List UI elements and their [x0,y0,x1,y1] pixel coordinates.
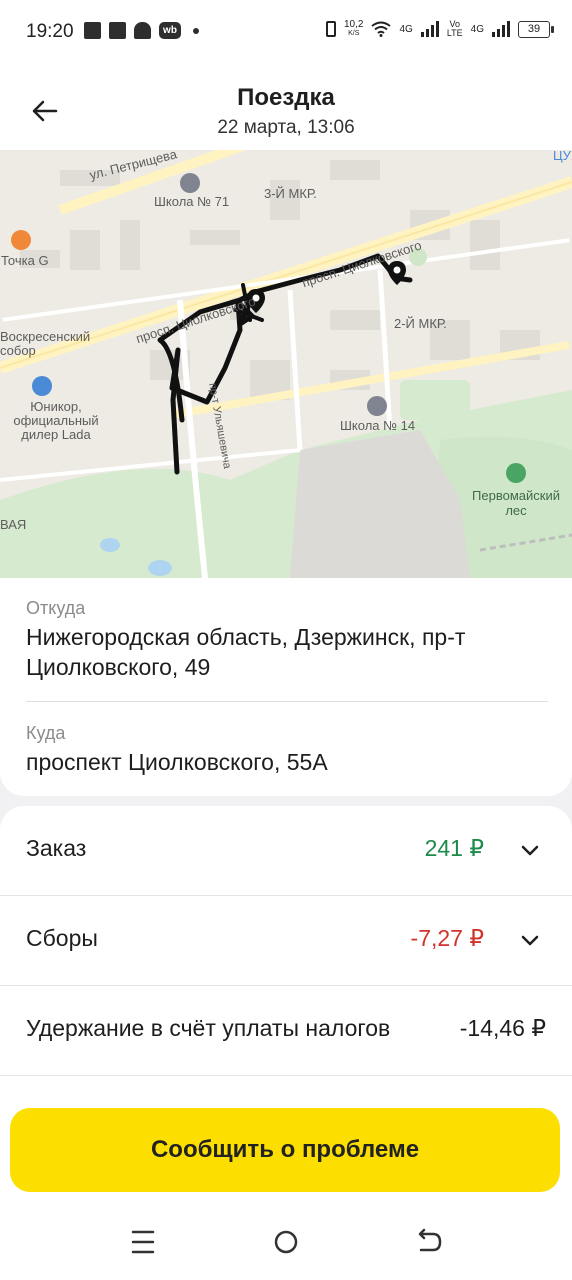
from-label: Откуда [26,598,86,618]
map-label-district-3: 3-Й МКР. [264,186,317,201]
map-label-school-71: Школа № 71 [154,194,230,209]
route-map[interactable]: ул. Петрищева Школа № 71 3-Й МКР. Точка … [0,150,572,578]
volte-label: Vo LTE [447,20,463,38]
map-label-edge-left: ВАЯ [0,517,27,532]
notification-icons: wb [84,22,199,39]
status-bar: 19:20 wb 10,2 K/S 4G Vo LTE 4G 39 [0,0,572,64]
to-label: Куда [26,723,66,743]
bottom-panel: Сообщить о проблеме [0,1096,572,1280]
order-label: Заказ [26,835,87,861]
order-amount: 241 ₽ [424,835,484,861]
chevron-down-icon[interactable] [518,838,542,862]
price-breakdown: Заказ 241 ₽ Сборы -7,27 ₽ Удержание в сч… [0,806,572,1106]
speed-value: 10,2 [344,19,364,30]
fees-label: Сборы [26,925,98,951]
tax-row: Удержание в счёт уплаты налогов -14,46 ₽ [0,986,572,1076]
map-label-yunikor: Юникор, официальный дилер Lada [13,399,99,442]
fees-amount: -7,27 ₽ [410,925,484,951]
signal-icon [420,21,439,37]
to-address: проспект Циолковского, 55А [26,749,328,775]
volte-bottom: LTE [446,28,463,38]
square-notification-icon [109,22,126,39]
map-label-edge-right: ЦУ [553,150,571,163]
fees-row[interactable]: Сборы -7,27 ₽ [0,896,572,986]
map-label-district-2: 2-Й МКР. [394,316,447,331]
speed-unit: K/S [348,30,360,37]
network-4g-label: 4G [399,23,413,35]
system-indicators: 10,2 K/S 4G Vo LTE 4G 39 [326,20,554,38]
tax-label: Удержание в счёт уплаты налогов [26,1015,391,1041]
android-icon [134,22,151,39]
row-divider [0,1075,572,1076]
app-notification-icon [84,22,101,39]
map-label-church: Воскресенский собор [0,329,91,358]
report-problem-button[interactable]: Сообщить о проблеме [10,1108,560,1192]
more-notifications-icon [193,27,199,34]
from-address: Нижегородская область, Дзержинск, пр-т Ц… [26,624,466,680]
order-row[interactable]: Заказ 241 ₽ [0,806,572,896]
trip-date: 22 марта, 13:06 [217,117,355,138]
address-divider [26,701,548,702]
page-title: Поездка [237,84,335,111]
chevron-down-icon[interactable] [518,928,542,952]
header: Поездка 22 марта, 13:06 [0,64,572,150]
status-time: 19:20 [26,21,74,42]
battery-icon: 39 [518,20,554,38]
recent-apps-icon[interactable] [123,1224,163,1260]
system-nav-bar [0,1216,572,1266]
tax-amount: -14,46 ₽ [459,1015,546,1041]
map-label-tochka-g: Точка G [1,253,49,268]
network-4g-label-2: 4G [470,23,484,35]
signal-icon-2 [492,21,510,37]
network-speed: 10,2 K/S [344,20,363,38]
map-label-forest: Первомайский лес [472,488,560,518]
finish-pin-icon [388,261,406,285]
wb-app-icon: wb [159,22,181,39]
map-label-school-14: Школа № 14 [340,418,416,433]
wifi-icon [371,21,392,37]
vibrate-icon [326,21,336,37]
trip-addresses: Откуда Нижегородская область, Дзержинск,… [0,578,572,796]
back-icon[interactable] [409,1224,449,1260]
home-icon[interactable] [266,1224,306,1260]
